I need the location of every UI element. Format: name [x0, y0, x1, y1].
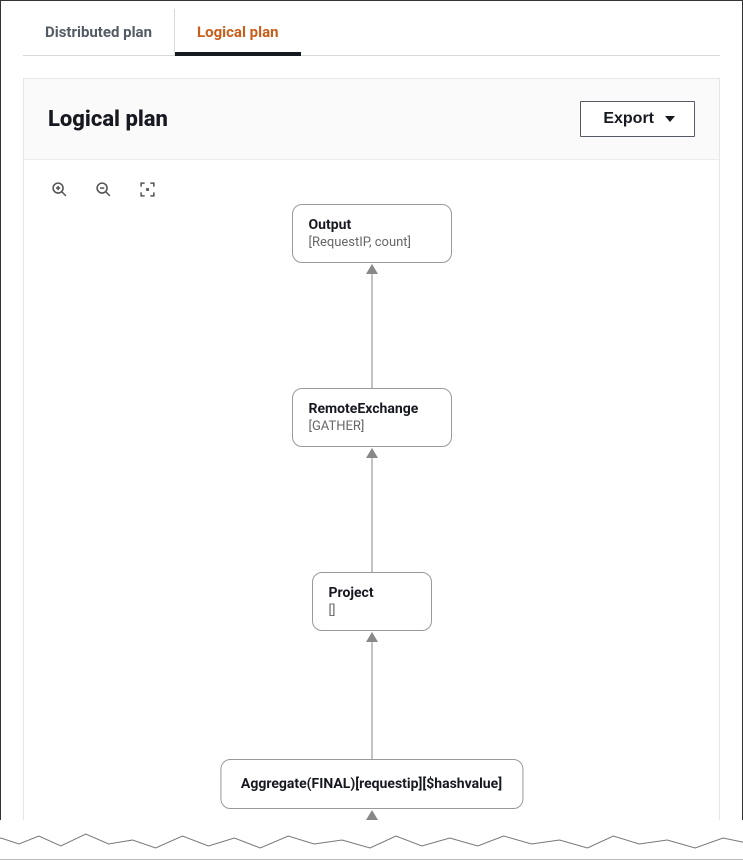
arrow-head-icon: [366, 448, 378, 458]
node-subtitle: [RequestIP, count]: [309, 235, 435, 250]
edge: [371, 274, 372, 388]
arrow-head-icon: [366, 264, 378, 274]
tab-distributed-plan[interactable]: Distributed plan: [23, 9, 175, 55]
node-aggregate[interactable]: Aggregate(FINAL)[requestip][$hashvalue]: [220, 759, 523, 809]
panel-title: Logical plan: [48, 107, 168, 132]
node-title: Project: [329, 585, 415, 601]
node-title: Aggregate(FINAL)[requestip][$hashvalue]: [241, 776, 502, 792]
edge: [371, 458, 372, 572]
node-remote-exchange[interactable]: RemoteExchange [GATHER]: [292, 388, 452, 447]
caret-down-icon: [664, 113, 676, 125]
node-project[interactable]: Project []: [312, 572, 432, 631]
zoom-out-icon[interactable]: [94, 180, 112, 198]
fit-screen-icon[interactable]: [138, 180, 156, 198]
node-subtitle: []: [329, 603, 415, 618]
canvas-toolbar: [24, 160, 719, 204]
tab-bar: Distributed plan Logical plan: [23, 9, 720, 56]
node-subtitle: [GATHER]: [309, 419, 435, 434]
panel-header: Logical plan Export: [24, 79, 719, 160]
export-button-label: Export: [603, 110, 654, 128]
tab-logical-plan[interactable]: Logical plan: [175, 9, 301, 55]
plan-panel: Logical plan Export: [23, 78, 720, 845]
zoom-in-icon[interactable]: [50, 180, 68, 198]
arrow-head-icon: [366, 810, 378, 820]
node-output[interactable]: Output [RequestIP, count]: [292, 204, 452, 263]
torn-edge-decoration: [0, 820, 743, 860]
node-title: RemoteExchange: [309, 401, 435, 417]
arrow-head-icon: [366, 632, 378, 642]
node-title: Output: [309, 217, 435, 233]
plan-canvas[interactable]: Output [RequestIP, count] RemoteExchange…: [24, 204, 719, 844]
export-button[interactable]: Export: [580, 101, 695, 137]
edge: [371, 642, 372, 759]
